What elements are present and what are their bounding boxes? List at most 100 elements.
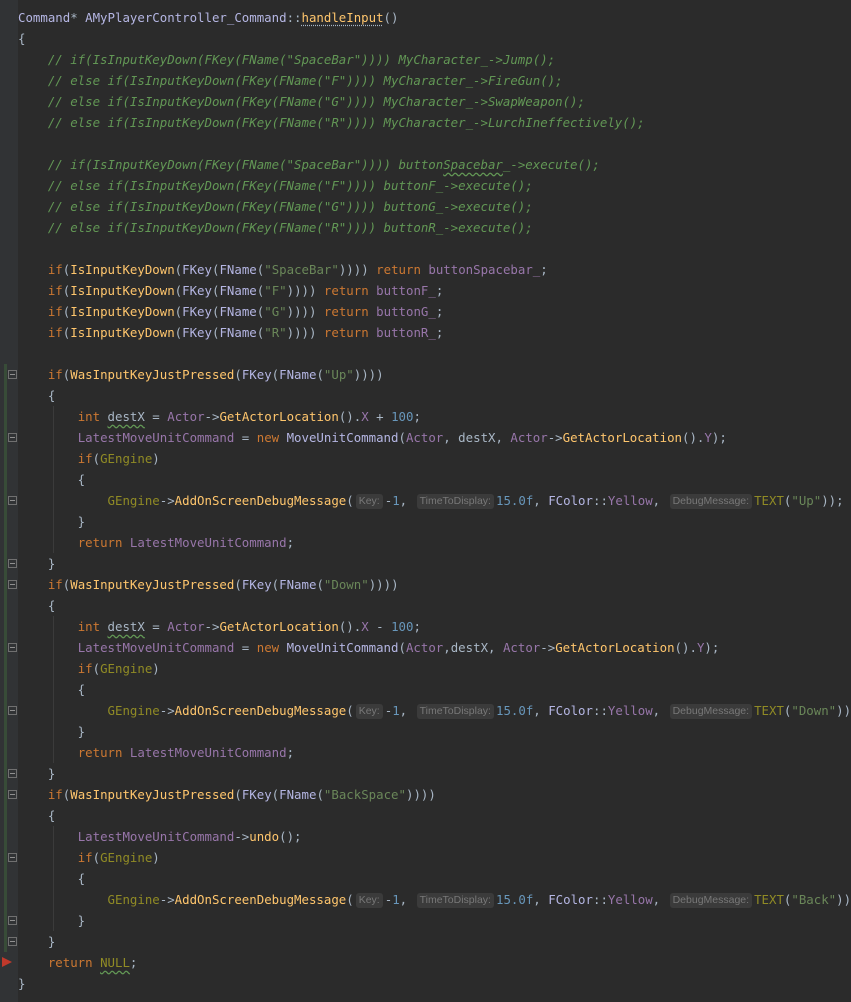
code-line[interactable]: if(GEngine) [18, 658, 851, 679]
code-line[interactable]: LatestMoveUnitCommand = new MoveUnitComm… [18, 637, 851, 658]
code-line[interactable]: GEngine->AddOnScreenDebugMessage(Key: -1,… [18, 889, 851, 910]
fold-toggle-icon[interactable] [8, 580, 17, 589]
code-line[interactable]: return NULL; [18, 952, 851, 973]
type-name: Command [18, 10, 70, 25]
fold-toggle-icon[interactable] [8, 916, 17, 925]
indent-guide [53, 826, 54, 931]
type-name: FKey [242, 787, 272, 802]
fold-toggle-icon[interactable] [8, 643, 17, 652]
member-name: Actor [406, 430, 443, 445]
code-line[interactable]: if(WasInputKeyJustPressed(FKey(FName("Ba… [18, 784, 851, 805]
code-line[interactable]: } [18, 910, 851, 931]
code-line[interactable]: } [18, 763, 851, 784]
code-line[interactable] [18, 238, 851, 259]
code-line[interactable]: } [18, 931, 851, 952]
code-text [18, 493, 108, 508]
type-name: FName [219, 304, 256, 319]
code-area[interactable]: Command* AMyPlayerController_Command::ha… [18, 0, 851, 1002]
code-line[interactable]: // else if(IsInputKeyDown(FKey(FName("G"… [18, 196, 851, 217]
breakpoint-arrow-icon[interactable] [2, 957, 12, 967]
code-line[interactable]: } [18, 553, 851, 574]
macro-name: GEngine [108, 892, 160, 907]
editor-gutter[interactable] [0, 0, 18, 1002]
code-line[interactable]: { [18, 805, 851, 826]
fold-toggle-icon[interactable] [8, 496, 17, 505]
code-line[interactable]: { [18, 469, 851, 490]
code-line[interactable]: if(WasInputKeyJustPressed(FKey(FName("Up… [18, 364, 851, 385]
fold-toggle-icon[interactable] [8, 433, 17, 442]
code-text: ( [316, 577, 323, 592]
code-line[interactable]: if(IsInputKeyDown(FKey(FName("F")))) ret… [18, 280, 851, 301]
member-name: X [361, 619, 368, 634]
code-line[interactable]: return LatestMoveUnitCommand; [18, 532, 851, 553]
comment: // else if(IsInputKeyDown(FKey(FName("G"… [48, 94, 585, 109]
code-text: , [653, 493, 668, 508]
keyword: if [48, 787, 63, 802]
code-text: (). [682, 430, 704, 445]
fold-toggle-icon[interactable] [8, 559, 17, 568]
code-text: ) [152, 661, 159, 676]
code-line[interactable] [18, 133, 851, 154]
code-text [18, 325, 48, 340]
code-line[interactable]: GEngine->AddOnScreenDebugMessage(Key: -1,… [18, 700, 851, 721]
code-editor[interactable]: Command* AMyPlayerController_Command::ha… [0, 0, 851, 1002]
code-line[interactable]: LatestMoveUnitCommand = new MoveUnitComm… [18, 427, 851, 448]
code-line[interactable]: LatestMoveUnitCommand->undo(); [18, 826, 851, 847]
code-text: ; [540, 262, 547, 277]
code-line[interactable]: // if(IsInputKeyDown(FKey(FName("SpaceBa… [18, 49, 851, 70]
code-line[interactable]: } [18, 973, 851, 994]
fold-toggle-icon[interactable] [8, 937, 17, 946]
code-line[interactable]: if(IsInputKeyDown(FKey(FName("R")))) ret… [18, 322, 851, 343]
code-text: -> [540, 640, 555, 655]
type-name: FName [219, 262, 256, 277]
code-line[interactable]: } [18, 721, 851, 742]
type-name: FKey [182, 325, 212, 340]
code-text [18, 262, 48, 277]
code-text: )); [836, 703, 851, 718]
code-line[interactable]: int destX = Actor->GetActorLocation().X … [18, 406, 851, 427]
code-line[interactable] [18, 343, 851, 364]
code-text: ( [398, 640, 405, 655]
code-line[interactable]: if(IsInputKeyDown(FKey(FName("SpaceBar")… [18, 259, 851, 280]
fold-toggle-icon[interactable] [8, 790, 17, 799]
code-line[interactable]: // else if(IsInputKeyDown(FKey(FName("R"… [18, 112, 851, 133]
vcs-change-marker[interactable] [4, 364, 7, 952]
code-line[interactable]: Command* AMyPlayerController_Command::ha… [18, 7, 851, 28]
code-line[interactable]: { [18, 28, 851, 49]
code-text: )))) [354, 367, 384, 382]
fold-toggle-icon[interactable] [8, 370, 17, 379]
code-line[interactable]: // else if(IsInputKeyDown(FKey(FName("F"… [18, 70, 851, 91]
macro-name: GEngine [100, 661, 152, 676]
code-text: destX [108, 409, 145, 424]
code-line[interactable]: if(IsInputKeyDown(FKey(FName("G")))) ret… [18, 301, 851, 322]
member-name: Actor [167, 409, 204, 424]
code-line[interactable]: } [18, 511, 851, 532]
code-line[interactable]: GEngine->AddOnScreenDebugMessage(Key: -1,… [18, 490, 851, 511]
function-name: IsInputKeyDown [70, 262, 174, 277]
code-line[interactable]: // else if(IsInputKeyDown(FKey(FName("F"… [18, 175, 851, 196]
code-text: :: [593, 892, 608, 907]
code-line[interactable]: { [18, 679, 851, 700]
code-line[interactable]: { [18, 868, 851, 889]
code-line[interactable]: if(WasInputKeyJustPressed(FKey(FName("Do… [18, 574, 851, 595]
code-line[interactable]: if(GEngine) [18, 847, 851, 868]
keyword: return [78, 535, 130, 550]
macro-name: TEXT [754, 493, 784, 508]
keyword: int [78, 619, 108, 634]
code-line[interactable]: // else if(IsInputKeyDown(FKey(FName("G"… [18, 91, 851, 112]
code-line[interactable]: if(GEngine) [18, 448, 851, 469]
code-line[interactable]: int destX = Actor->GetActorLocation().X … [18, 616, 851, 637]
fold-toggle-icon[interactable] [8, 706, 17, 715]
code-line[interactable]: // else if(IsInputKeyDown(FKey(FName("R"… [18, 217, 851, 238]
code-line[interactable]: // if(IsInputKeyDown(FKey(FName("SpaceBa… [18, 154, 851, 175]
function-name: GetActorLocation [219, 619, 338, 634]
keyword: return [316, 283, 376, 298]
code-line[interactable]: { [18, 385, 851, 406]
code-line[interactable]: return LatestMoveUnitCommand; [18, 742, 851, 763]
fold-toggle-icon[interactable] [8, 853, 17, 862]
parameter-hint: DebugMessage: [670, 704, 752, 719]
string-literal: "Back" [791, 892, 836, 907]
code-line[interactable]: { [18, 595, 851, 616]
fold-toggle-icon[interactable] [8, 769, 17, 778]
code-text [18, 535, 78, 550]
